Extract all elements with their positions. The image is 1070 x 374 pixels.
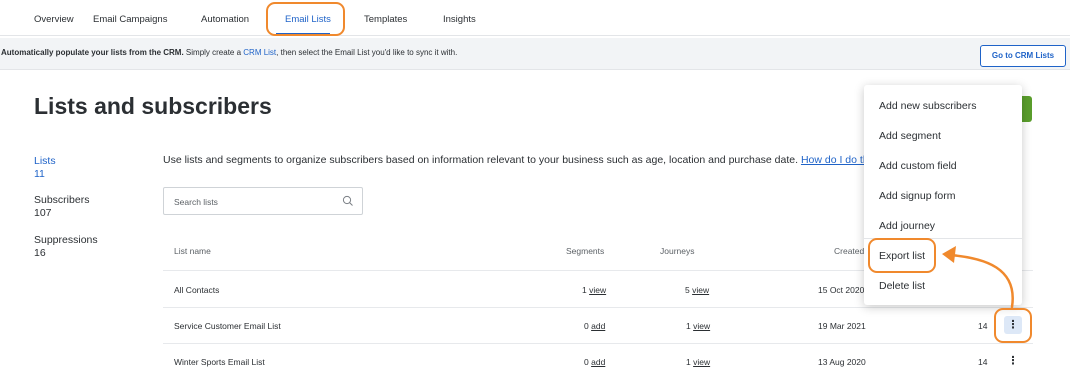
segments-link[interactable]: add — [591, 357, 605, 367]
journeys-count: 1 — [686, 357, 691, 367]
journeys-link[interactable]: view — [692, 285, 709, 295]
crm-banner-text-before: Simply create a — [183, 48, 244, 57]
header-segments[interactable]: Segments — [566, 246, 604, 256]
menu-item-add-new-subscribers[interactable]: Add new subscribers — [879, 100, 976, 112]
intro-text: Use lists and segments to organize subsc… — [163, 154, 882, 166]
created-date: 19 Mar 2021 — [818, 321, 866, 331]
row-actions-button[interactable]: ⋮ — [1004, 352, 1022, 370]
segments-link[interactable]: view — [589, 285, 606, 295]
go-to-crm-lists-button[interactable]: Go to CRM Lists — [980, 45, 1066, 67]
list-actions-menu: Add new subscribers Add segment Add cust… — [864, 85, 1022, 305]
journeys-count: 5 — [685, 285, 690, 295]
header-created[interactable]: Created — [834, 246, 864, 256]
list-name[interactable]: All Contacts — [174, 285, 219, 295]
journeys-cell: 5 view — [685, 285, 709, 295]
menu-item-add-custom-field[interactable]: Add custom field — [879, 160, 957, 172]
stat-lists-value: 11 — [34, 168, 45, 180]
search-lists-input[interactable]: Search lists — [163, 187, 363, 215]
crm-sync-banner: Automatically populate your lists from t… — [0, 38, 1070, 70]
tab-templates[interactable]: Templates — [364, 14, 407, 25]
segments-link[interactable]: add — [591, 321, 605, 331]
stat-suppressions[interactable]: Suppressions 16 — [34, 234, 98, 260]
crm-banner-bold: Automatically populate your lists from t… — [1, 48, 184, 57]
stat-subscribers-label: Subscribers — [34, 194, 90, 206]
list-name[interactable]: Service Customer Email List — [174, 321, 281, 331]
stat-suppressions-value: 16 — [34, 247, 46, 259]
row-divider — [163, 343, 1033, 344]
stat-suppressions-label: Suppressions — [34, 234, 98, 246]
crm-banner-text: Automatically populate your lists from t… — [1, 48, 457, 57]
journeys-count: 1 — [686, 321, 691, 331]
segments-count: 0 — [584, 357, 589, 367]
segments-count: 1 — [582, 285, 587, 295]
segments-cell: 0 add — [584, 357, 605, 367]
search-icon — [342, 195, 353, 206]
menu-item-add-journey[interactable]: Add journey — [879, 220, 935, 232]
active-tab-indicator — [276, 33, 330, 36]
list-name[interactable]: Winter Sports Email List — [174, 357, 265, 367]
journeys-link[interactable]: view — [693, 321, 710, 331]
menu-item-delete-list[interactable]: Delete list — [879, 280, 925, 292]
crm-banner-text-after: , then select the Email List you'd like … — [276, 48, 458, 57]
menu-item-export-list[interactable]: Export list — [879, 250, 925, 262]
tab-overview[interactable]: Overview — [34, 14, 74, 25]
created-date: 15 Oct 2020 — [818, 285, 865, 295]
tab-email-lists[interactable]: Email Lists — [285, 14, 331, 25]
journeys-cell: 1 view — [686, 357, 710, 367]
segments-cell: 1 view — [582, 285, 606, 295]
page-title: Lists and subscribers — [34, 93, 272, 119]
search-placeholder: Search lists — [174, 197, 218, 207]
stat-subscribers[interactable]: Subscribers 107 — [34, 194, 89, 220]
row-actions-button[interactable]: ⋮ — [1004, 316, 1022, 334]
stat-lists-label: Lists — [34, 155, 56, 167]
segments-count: 0 — [584, 321, 589, 331]
row-divider — [163, 307, 1033, 308]
stat-subscribers-value: 107 — [34, 207, 52, 219]
header-journeys[interactable]: Journeys — [660, 246, 695, 256]
menu-item-add-segment[interactable]: Add segment — [879, 130, 941, 142]
created-date: 13 Aug 2020 — [818, 357, 866, 367]
journeys-cell: 1 view — [686, 321, 710, 331]
tab-email-campaigns[interactable]: Email Campaigns — [93, 14, 167, 25]
tab-insights[interactable]: Insights — [443, 14, 476, 25]
intro-description: Use lists and segments to organize subsc… — [163, 154, 801, 166]
crm-list-link[interactable]: CRM List — [243, 48, 276, 57]
header-list-name[interactable]: List name — [174, 246, 211, 256]
menu-divider — [864, 238, 1022, 239]
top-navigation: Overview Email Campaigns Automation Emai… — [0, 0, 1070, 36]
subscriber-count: 14 — [978, 357, 988, 367]
menu-item-add-signup-form[interactable]: Add signup form — [879, 190, 955, 202]
tab-automation[interactable]: Automation — [201, 14, 249, 25]
segments-cell: 0 add — [584, 321, 605, 331]
stat-lists[interactable]: Lists 11 — [34, 155, 56, 181]
subscriber-count: 14 — [978, 321, 988, 331]
journeys-link[interactable]: view — [693, 357, 710, 367]
